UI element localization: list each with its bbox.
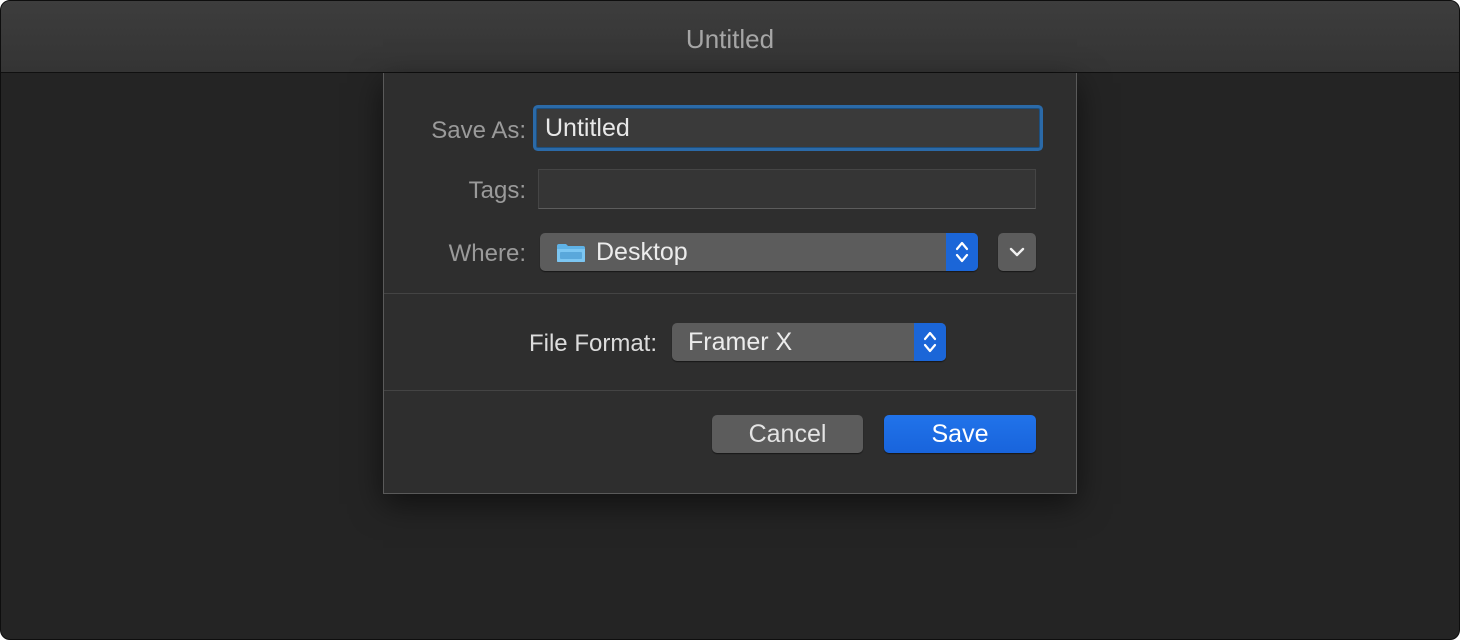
up-down-arrows-icon (923, 331, 937, 353)
save-button[interactable]: Save (884, 415, 1036, 453)
title-bar[interactable]: Untitled (1, 1, 1459, 73)
save-as-label: Save As: (431, 117, 526, 144)
where-selected-value: Desktop (596, 237, 688, 266)
save-as-field[interactable] (536, 108, 1040, 148)
divider (384, 293, 1076, 294)
file-format-label: File Format: (528, 330, 657, 357)
up-down-arrows-icon (955, 241, 969, 263)
divider (384, 390, 1076, 391)
window-title: Untitled (685, 24, 775, 54)
chevron-down-icon (1009, 247, 1025, 257)
file-format-selected-value: Framer X (688, 327, 793, 356)
folder-icon (557, 244, 585, 262)
cancel-button[interactable]: Cancel (712, 415, 863, 453)
file-format-stepper (914, 323, 946, 361)
tags-field[interactable] (538, 169, 1036, 209)
tags-label: Tags: (468, 177, 526, 204)
app-window: Untitled Save As: Tags: Where: Desktop (0, 0, 1460, 640)
where-stepper (946, 233, 978, 271)
file-format-popup[interactable]: Framer X (672, 323, 946, 361)
where-popup[interactable]: Desktop (540, 233, 978, 271)
where-label: Where: (448, 240, 526, 267)
save-dialog: Save As: Tags: Where: Desktop (383, 73, 1077, 494)
expand-dialog-button[interactable] (998, 233, 1036, 271)
